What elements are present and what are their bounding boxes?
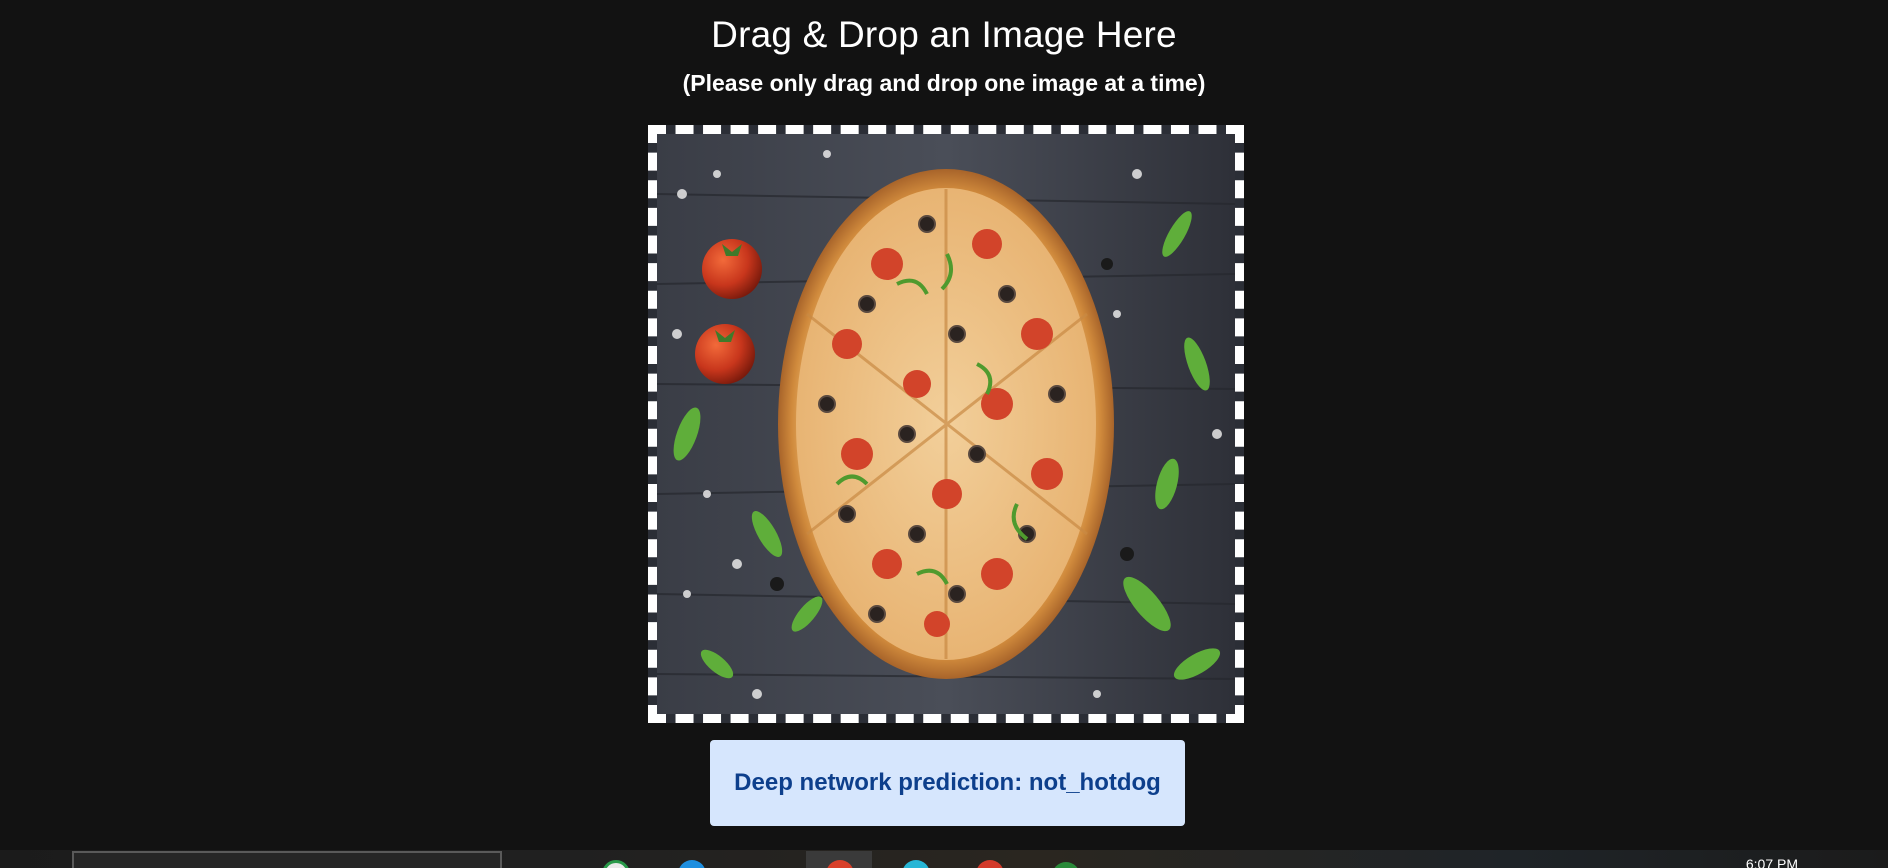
dropped-image <box>657 134 1235 714</box>
taskbar-clock[interactable]: 6:07 PM <box>1746 857 1798 868</box>
taskbar <box>0 850 1888 868</box>
image-dropzone[interactable] <box>648 125 1244 723</box>
prediction-text: Deep network prediction: not_hotdog <box>734 769 1161 796</box>
prediction-result: Deep network prediction: not_hotdog <box>710 740 1185 826</box>
page: Drag & Drop an Image Here (Please only d… <box>0 0 1888 868</box>
page-title: Drag & Drop an Image Here <box>711 14 1177 55</box>
taskbar-search-box[interactable] <box>72 851 502 868</box>
page-subtitle: (Please only drag and drop one image at … <box>682 70 1206 96</box>
